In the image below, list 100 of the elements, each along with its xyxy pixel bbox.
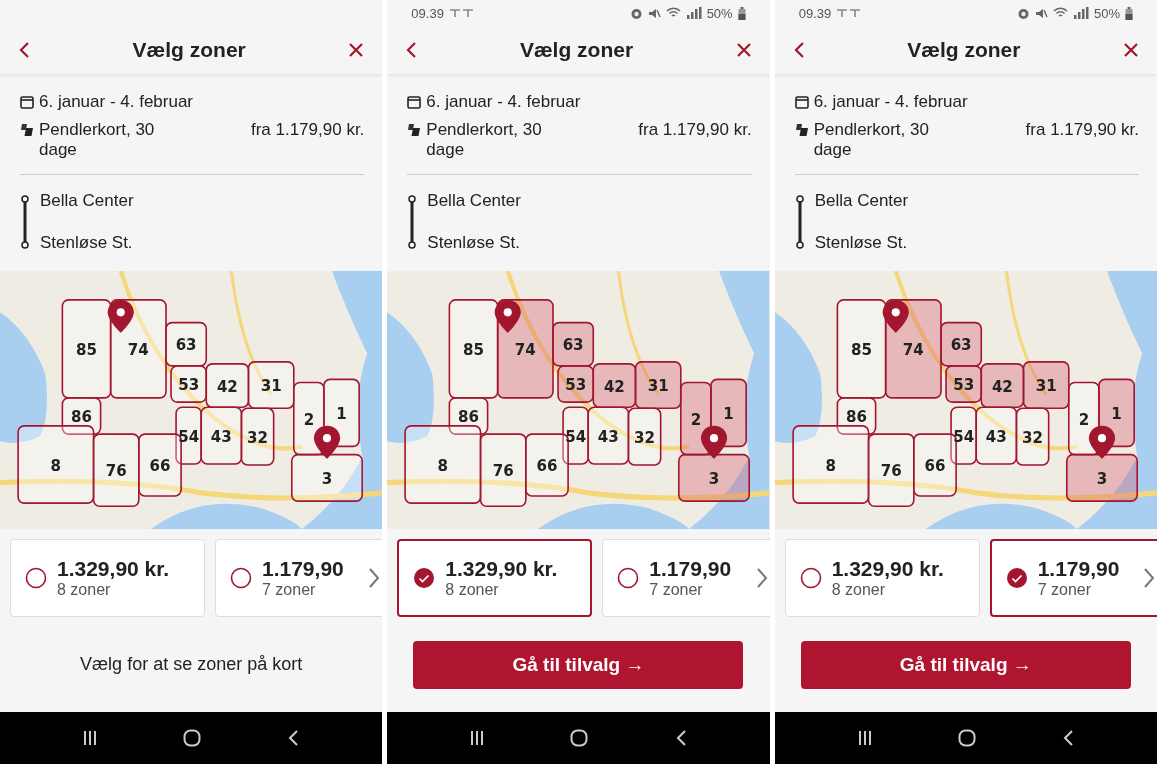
zone-label: 63 xyxy=(562,336,584,355)
home-icon[interactable] xyxy=(570,729,589,747)
radio-button[interactable] xyxy=(617,567,640,589)
signal-icon xyxy=(1072,7,1089,19)
chevron-left-icon xyxy=(18,41,30,59)
zone-label: 1 xyxy=(1111,404,1122,424)
continue-button[interactable]: Gå til tilvalg → xyxy=(800,640,1131,689)
zone-label: 85 xyxy=(463,340,485,360)
zone-label: 3 xyxy=(709,469,720,489)
mute-icon xyxy=(647,6,661,20)
next-chevron-button[interactable] xyxy=(368,567,381,589)
option-price: 1.329,90 kr. xyxy=(445,557,558,581)
option-zone-count: 8 zoner xyxy=(57,581,112,599)
recent-apps-icon[interactable] xyxy=(857,730,872,746)
ticket-name: Pendlerkort, 30 dage xyxy=(426,120,543,160)
zone-option-card[interactable]: 1.329,90 kr. 8 zoner xyxy=(397,539,593,617)
option-zone-count: 7 zoner xyxy=(262,581,317,599)
back-icon[interactable] xyxy=(674,729,687,747)
battery-icon xyxy=(1125,6,1133,20)
period-text: 6. januar - 4. februar xyxy=(39,92,194,112)
battery-level: 50% xyxy=(1093,5,1120,21)
hint-text: Vælg for at se zoner på kort xyxy=(80,654,303,675)
location-pin-icon xyxy=(107,299,134,333)
route-start: Bella Center xyxy=(814,191,909,211)
zone-label: 86 xyxy=(845,408,867,427)
chevron-left-icon xyxy=(792,41,805,59)
zone-label: 66 xyxy=(149,457,171,476)
option-zone-count: 8 zoner xyxy=(445,581,500,599)
zone-option-card[interactable]: 1.179,90 7 zoner xyxy=(602,539,770,617)
recent-apps-icon[interactable] xyxy=(470,730,485,746)
calendar-icon xyxy=(794,95,809,109)
zone-label: 31 xyxy=(1035,377,1057,396)
battery-icon xyxy=(737,6,746,20)
notification-icon xyxy=(448,8,475,18)
close-icon xyxy=(348,42,365,58)
zone-label: 32 xyxy=(247,428,269,447)
chevron-left-icon xyxy=(405,41,418,59)
alarm-icon xyxy=(629,6,643,20)
back-icon[interactable] xyxy=(1061,729,1074,747)
home-icon[interactable] xyxy=(957,729,976,747)
next-chevron-button[interactable] xyxy=(755,567,768,589)
screen-title: Vælg zoner xyxy=(907,38,1021,62)
route-line-icon xyxy=(794,195,805,249)
ticket-cards-icon xyxy=(20,123,34,137)
calendar-icon xyxy=(20,95,34,109)
route-line-icon xyxy=(407,195,418,249)
radio-button[interactable] xyxy=(25,567,47,589)
zone-label: 74 xyxy=(515,340,537,360)
zone-option-card[interactable]: 1.329,90 kr. 8 zoner xyxy=(784,539,980,617)
option-price: 1.329,90 kr. xyxy=(57,557,170,581)
radio-button[interactable] xyxy=(413,567,436,589)
radio-button[interactable] xyxy=(1005,567,1028,589)
option-price: 1.179,90 xyxy=(649,557,732,581)
ticket-price: fra 1.179,90 kr. xyxy=(250,120,365,140)
recent-apps-icon[interactable] xyxy=(83,730,98,746)
location-pin-icon xyxy=(495,299,522,333)
ticket-name: Pendlerkort, 30 dage xyxy=(813,120,930,160)
route-end: Stenløse St. xyxy=(427,233,521,253)
option-zone-count: 7 zoner xyxy=(1037,581,1093,599)
zone-label: 42 xyxy=(991,377,1013,396)
zone-label: 8 xyxy=(825,456,836,475)
zone-label: 54 xyxy=(952,427,974,446)
zone-label: 3 xyxy=(321,469,333,489)
status-time: 09.39 xyxy=(411,5,444,21)
zone-label: 86 xyxy=(458,408,480,427)
continue-button[interactable]: Gå til tilvalg → xyxy=(413,640,744,689)
next-chevron-button[interactable] xyxy=(1143,567,1155,589)
zone-label: 76 xyxy=(880,462,902,481)
mute-icon xyxy=(1034,6,1048,20)
option-price: 1.179,90 xyxy=(1037,557,1120,581)
zone-label: 31 xyxy=(260,377,282,396)
zone-label: 66 xyxy=(536,457,558,476)
zone-label: 53 xyxy=(178,376,200,395)
wifi-icon xyxy=(1052,7,1068,19)
screen-title: Vælg zoner xyxy=(519,38,634,62)
zone-label: 3 xyxy=(1096,469,1107,489)
home-icon[interactable] xyxy=(183,729,202,747)
location-pin-icon xyxy=(701,425,728,459)
route-start: Bella Center xyxy=(427,191,521,211)
zone-label: 42 xyxy=(216,377,238,396)
zone-label: 86 xyxy=(71,408,92,427)
status-time: 09.39 xyxy=(798,5,832,21)
zone-label: 53 xyxy=(952,376,974,395)
calendar-icon xyxy=(407,95,422,109)
zone-label: 66 xyxy=(924,457,946,476)
zone-option-card[interactable]: 1.179,90 7 zoner xyxy=(989,539,1157,617)
radio-button[interactable] xyxy=(230,567,252,589)
route-start: Bella Center xyxy=(40,191,134,211)
zone-label: 43 xyxy=(985,427,1007,446)
option-zone-count: 7 zoner xyxy=(649,581,704,599)
zone-label: 1 xyxy=(336,404,347,424)
chevron-right-icon xyxy=(1143,567,1155,589)
zone-option-card[interactable]: 1.179,90 7 zoner xyxy=(215,539,383,617)
zone-label: 8 xyxy=(437,456,449,475)
back-icon[interactable] xyxy=(287,729,300,747)
zone-option-card[interactable]: 1.329,90 kr. 8 zoner xyxy=(10,539,205,617)
zone-label: 54 xyxy=(178,427,200,446)
zone-label: 63 xyxy=(950,336,972,355)
radio-button[interactable] xyxy=(799,567,822,589)
zone-label: 63 xyxy=(175,336,197,355)
